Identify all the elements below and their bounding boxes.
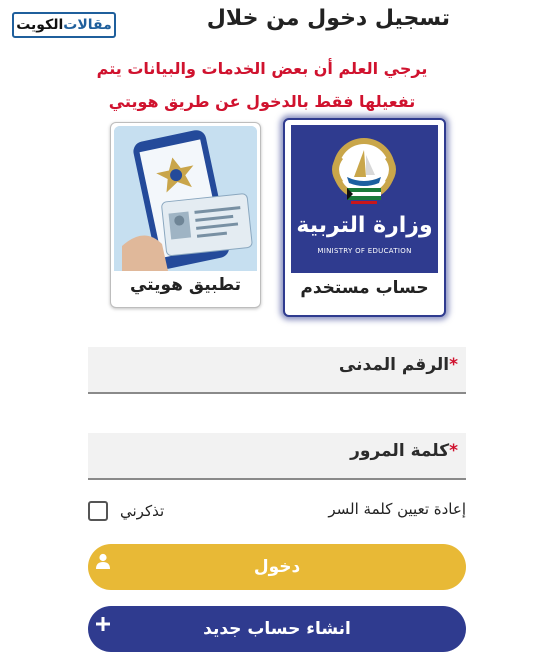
- notice-line-2: تفعيلها فقط بالدخول عن طريق هويتي: [108, 92, 416, 111]
- civil-id-label: *الرقم المدنى: [339, 355, 458, 375]
- watermark-text-2: الكويت: [16, 17, 64, 33]
- moe-logo-text-en: MINISTRY OF EDUCATION: [317, 247, 412, 255]
- password-underline: [88, 479, 466, 480]
- user-icon: [96, 553, 110, 569]
- watermark-text-1: مقالات: [63, 17, 112, 33]
- login-button-label: دخول: [253, 557, 301, 577]
- login-button[interactable]: دخول: [88, 544, 466, 590]
- create-account-button[interactable]: انشاء حساب جديد: [88, 606, 466, 652]
- remember-me-label: تذكرني: [120, 502, 165, 520]
- notice-text: يرجي العلم أن بعض الخدمات والبيانات يتم …: [60, 52, 464, 118]
- id-card-phone-icon: [114, 126, 257, 271]
- moe-logo: وزارة التربية MINISTRY OF EDUCATION: [291, 125, 438, 273]
- login-option-user-account-label: حساب مستخدم: [300, 278, 429, 298]
- hawyti-app-image: [114, 126, 257, 271]
- login-option-hawyti-label: تطبيق هويتي: [129, 275, 242, 295]
- login-option-hawyti-app[interactable]: تطبيق هويتي: [110, 122, 261, 308]
- login-option-user-account[interactable]: وزارة التربية MINISTRY OF EDUCATION حساب…: [283, 118, 446, 317]
- plus-icon: [96, 617, 110, 631]
- remember-me[interactable]: تذكرني: [88, 499, 180, 523]
- site-watermark: مقالات الكويت: [12, 12, 116, 38]
- civil-id-label-text: الرقم المدنى: [338, 355, 450, 375]
- password-label: *كلمة المرور: [350, 441, 458, 461]
- remember-me-checkbox[interactable]: [88, 501, 108, 521]
- page-title: تسجيل دخول من خلال: [206, 6, 450, 31]
- required-mark: *: [449, 441, 458, 461]
- password-label-text: كلمة المرور: [350, 441, 450, 461]
- civil-id-underline: [88, 393, 466, 394]
- required-mark: *: [449, 355, 458, 375]
- notice-line-1: يرجي العلم أن بعض الخدمات والبيانات يتم: [96, 59, 428, 78]
- civil-id-field[interactable]: *الرقم المدنى: [88, 347, 466, 393]
- moe-logo-text-ar: وزارة التربية: [296, 213, 433, 238]
- reset-password-link[interactable]: إعادة تعيين كلمة السر: [300, 500, 466, 518]
- create-account-button-label: انشاء حساب جديد: [203, 619, 351, 639]
- password-field[interactable]: *كلمة المرور: [88, 433, 466, 479]
